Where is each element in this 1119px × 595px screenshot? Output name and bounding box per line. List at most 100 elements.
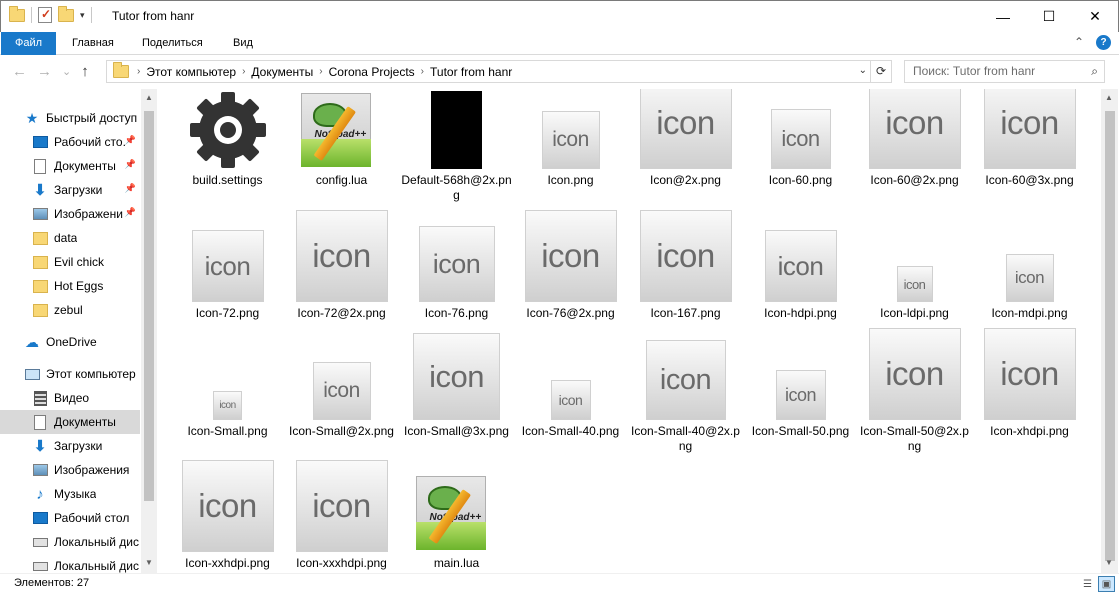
search-icon[interactable]: ⌕ (1091, 61, 1098, 82)
properties-icon[interactable] (38, 7, 52, 23)
file-item[interactable]: icon Icon-60@2x.png (857, 89, 972, 203)
up-arrow-icon[interactable]: ↑ (81, 63, 89, 80)
image-placeholder-icon: icon (418, 226, 495, 302)
drive-icon (32, 537, 48, 547)
image-placeholder-icon: icon (896, 266, 933, 302)
scroll-down-icon[interactable]: ▼ (1101, 558, 1117, 567)
file-item[interactable]: icon Icon-72@2x.png (284, 209, 399, 336)
chevron-right-icon[interactable]: › (317, 66, 324, 77)
file-item[interactable]: Notepad++ config.lua (284, 89, 399, 203)
file-item[interactable]: icon Icon-Small@2x.png (284, 326, 399, 454)
minimize-button[interactable]: — (980, 1, 1026, 32)
sidebar-scroll-thumb[interactable] (144, 111, 154, 501)
sidebar-item-zebul[interactable]: zebul (0, 298, 140, 322)
tab-home[interactable]: Главная (58, 32, 128, 55)
breadcrumb-tutor-from-hanr[interactable]: Tutor from hanr (426, 65, 516, 79)
sidebar-item-documents-pinned[interactable]: Документы 📌 (0, 154, 140, 178)
file-item[interactable]: icon Icon-60.png (743, 89, 858, 203)
file-item[interactable]: icon Icon-xhdpi.png (972, 326, 1087, 454)
file-item[interactable]: icon Icon-Small.png (170, 326, 285, 454)
file-item[interactable]: icon Icon-hdpi.png (743, 209, 858, 336)
sidebar-item-music[interactable]: ♪ Музыка (0, 482, 140, 506)
chevron-down-icon[interactable]: ⌄ (859, 65, 867, 76)
breadcrumb-documents[interactable]: Документы (247, 65, 317, 79)
tab-view[interactable]: Вид (219, 32, 267, 55)
sidebar-item-pictures[interactable]: Изображения (0, 458, 140, 482)
sidebar-item-evil-chick[interactable]: Evil chick (0, 250, 140, 274)
new-folder-icon[interactable] (58, 5, 74, 22)
sidebar-item-hot-eggs[interactable]: Hot Eggs (0, 274, 140, 298)
image-placeholder-icon: icon (312, 362, 371, 420)
file-item[interactable]: icon Icon@2x.png (628, 89, 743, 203)
chevron-up-icon[interactable]: ⌃ (1074, 35, 1084, 50)
breadcrumb-this-pc[interactable]: Этот компьютер (142, 65, 240, 79)
file-item[interactable]: icon Icon-167.png (628, 209, 743, 336)
details-view-icon[interactable]: ☰ (1079, 576, 1096, 592)
maximize-button[interactable]: ☐ (1026, 1, 1072, 32)
image-placeholder-icon: icon (524, 210, 617, 302)
search-input[interactable]: Поиск: Tutor from hanr ⌕ (904, 60, 1105, 83)
sidebar-item-desktop[interactable]: Рабочий стол (0, 506, 140, 530)
file-item[interactable]: icon Icon-72.png (170, 209, 285, 336)
file-item[interactable]: Default-568h@2x.png (399, 89, 514, 203)
file-item[interactable]: icon Icon-Small@3x.png (399, 326, 514, 454)
file-thumbnail: icon (972, 89, 1087, 169)
help-icon[interactable]: ? (1096, 35, 1111, 50)
sidebar-item-pictures-pinned[interactable]: Изображени 📌 (0, 202, 140, 226)
scroll-down-icon[interactable]: ▼ (141, 558, 157, 567)
file-name: Icon-ldpi.png (880, 306, 949, 320)
file-thumbnail: icon (857, 326, 972, 420)
sidebar-item-desktop-pinned[interactable]: Рабочий сто. 📌 (0, 130, 140, 154)
sidebar-item-documents[interactable]: Документы (0, 410, 140, 434)
file-item[interactable]: icon Icon-Small-50@2x.png (857, 326, 972, 454)
file-item[interactable]: icon Icon-Small-40.png (513, 326, 628, 454)
sidebar-item-label: Изображени (54, 207, 123, 221)
customize-toolbar-icon[interactable]: ▾ (80, 10, 85, 21)
toolbar-divider (90, 7, 92, 23)
recent-locations-icon[interactable]: ⌄ (62, 63, 71, 80)
sidebar-item-local-disk-2[interactable]: Локальный дис (0, 554, 140, 573)
folder-icon (9, 5, 25, 22)
file-item[interactable]: icon Icon-76@2x.png (513, 209, 628, 336)
file-thumbnail (399, 89, 514, 169)
file-item[interactable]: icon Icon-Small-40@2x.png (628, 326, 743, 454)
sidebar-item-downloads[interactable]: ⬇ Загрузки (0, 434, 140, 458)
content-scrollbar[interactable]: ▲ ▼ (1101, 89, 1118, 573)
file-item[interactable]: icon Icon-60@3x.png (972, 89, 1087, 203)
sidebar-item-videos[interactable]: Видео (0, 386, 140, 410)
chevron-right-icon[interactable]: › (240, 66, 247, 77)
back-arrow-icon[interactable]: ← (12, 63, 27, 80)
scroll-up-icon[interactable]: ▲ (141, 93, 157, 102)
file-item[interactable]: icon Icon-xxxhdpi.png (284, 458, 399, 573)
chevron-right-icon[interactable]: › (135, 66, 142, 77)
tab-share[interactable]: Поделиться (128, 32, 217, 55)
sidebar-item-onedrive[interactable]: ☁ OneDrive (0, 330, 140, 354)
image-placeholder-icon: icon (868, 89, 961, 169)
file-name: Icon-72@2x.png (297, 306, 386, 320)
sidebar-item-this-pc[interactable]: Этот компьютер (0, 362, 140, 386)
sidebar-item-local-disk-1[interactable]: Локальный дис (0, 530, 140, 554)
file-item[interactable]: icon Icon-Small-50.png (743, 326, 858, 454)
file-item[interactable]: icon Icon-76.png (399, 209, 514, 336)
file-item[interactable]: Notepad++ main.lua (399, 458, 514, 573)
sidebar-scrollbar[interactable]: ▲ ▼ (141, 89, 157, 573)
scroll-up-icon[interactable]: ▲ (1101, 93, 1117, 102)
content-scroll-thumb[interactable] (1105, 111, 1115, 561)
breadcrumb-corona-projects[interactable]: Corona Projects (325, 65, 419, 79)
file-item[interactable]: icon Icon-ldpi.png (857, 209, 972, 336)
sidebar-item-downloads-pinned[interactable]: ⬇ Загрузки 📌 (0, 178, 140, 202)
large-icons-view-icon[interactable]: ▣ (1098, 576, 1115, 592)
file-thumbnail: icon (284, 458, 399, 552)
file-item[interactable]: icon Icon-xxhdpi.png (170, 458, 285, 573)
tab-file[interactable]: Файл (1, 32, 56, 55)
file-item[interactable]: icon Icon-mdpi.png (972, 209, 1087, 336)
address-bar[interactable]: › Этот компьютер › Документы › Corona Pr… (106, 60, 892, 83)
forward-arrow-icon[interactable]: → (37, 63, 52, 80)
refresh-icon[interactable]: ⟳ (870, 61, 891, 82)
sidebar-item-data[interactable]: data (0, 226, 140, 250)
chevron-right-icon[interactable]: › (419, 66, 426, 77)
file-item[interactable]: icon Icon.png (513, 89, 628, 203)
close-button[interactable]: ✕ (1072, 1, 1118, 32)
file-item[interactable]: build.settings (170, 89, 285, 203)
sidebar-item-quick-access[interactable]: ★ Быстрый доступ (0, 106, 140, 130)
